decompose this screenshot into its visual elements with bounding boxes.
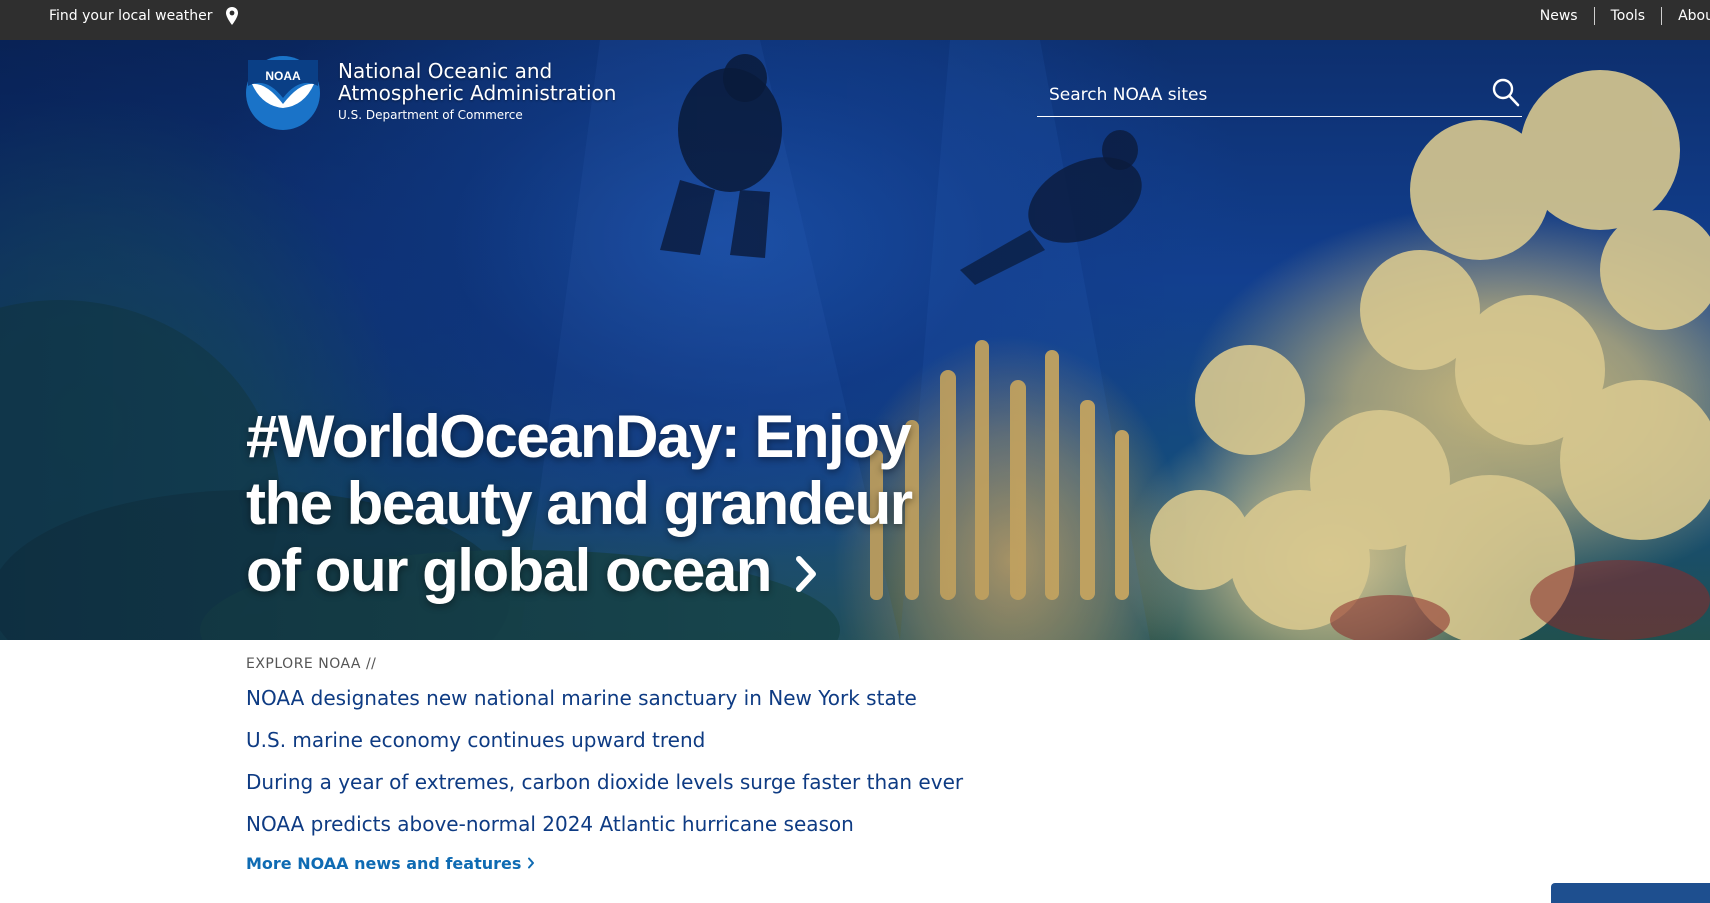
news-link[interactable]: NOAA predicts above-normal 2024 Atlantic… [246,812,854,836]
utility-bar: Find your local weather News Tools Abou [0,0,1710,40]
agency-name: National Oceanic and Atmospheric Adminis… [338,60,616,122]
list-item: During a year of extremes, carbon dioxid… [246,770,1146,795]
noaa-logo: NOAA [246,56,320,130]
noaa-home-link[interactable]: NOAA National Oceanic and Atmospheric Ad… [246,56,616,130]
nav-tools[interactable]: Tools [1593,7,1662,25]
utility-nav: News Tools Abou [1524,7,1710,25]
list-item: U.S. marine economy continues upward tre… [246,728,1146,753]
section-eyebrow: EXPLORE NOAA // [246,656,377,672]
news-link[interactable]: NOAA designates new national marine sanc… [246,686,917,710]
list-item: NOAA designates new national marine sanc… [246,686,1146,711]
news-link[interactable]: U.S. marine economy continues upward tre… [246,728,705,752]
search-input[interactable] [1047,80,1471,110]
list-item: NOAA predicts above-normal 2024 Atlantic… [246,812,1146,837]
location-pin-icon [225,7,238,25]
nav-news[interactable]: News [1524,7,1594,25]
search-icon[interactable] [1492,78,1520,108]
local-weather-label: Find your local weather [49,8,213,24]
explore-noaa-section: EXPLORE NOAA // NOAA designates new nati… [246,656,1146,873]
svg-text:NOAA: NOAA [265,69,301,83]
local-weather-link[interactable]: Find your local weather [49,7,239,25]
hero-headline-link[interactable]: #WorldOceanDay: Enjoy the beauty and gra… [246,403,946,604]
agency-name-line1: National Oceanic and [338,59,553,83]
feedback-tab[interactable] [1551,883,1710,903]
nav-about[interactable]: Abou [1661,7,1710,25]
chevron-right-icon [528,857,535,869]
news-list: NOAA designates new national marine sanc… [246,686,1146,837]
more-news-label: More NOAA news and features [246,854,522,873]
agency-name-line2: Atmospheric Administration [338,81,617,105]
more-news-link[interactable]: More NOAA news and features [246,854,535,873]
department-name: U.S. Department of Commerce [338,108,523,122]
news-link[interactable]: During a year of extremes, carbon dioxid… [246,770,963,794]
site-search [1037,74,1522,117]
chevron-right-icon [795,556,816,592]
hero-banner: NOAA National Oceanic and Atmospheric Ad… [0,40,1710,640]
